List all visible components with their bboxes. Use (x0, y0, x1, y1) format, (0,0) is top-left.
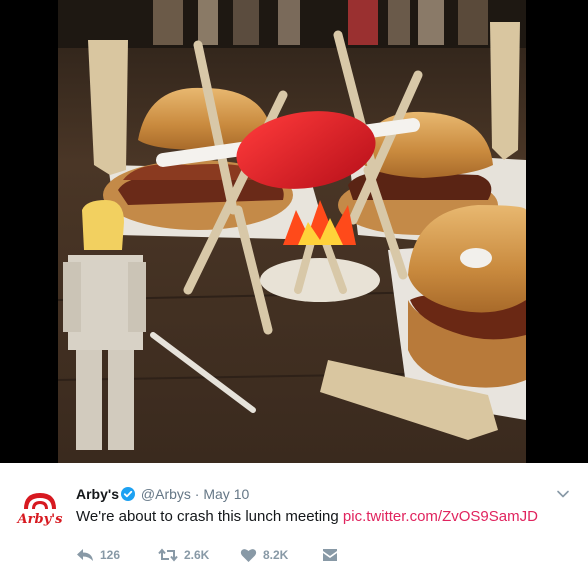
photo-illustration (58, 0, 526, 463)
tweet-text: We're about to crash this lunch meeting … (76, 507, 538, 527)
reply-count: 126 (100, 548, 121, 562)
handle[interactable]: @Arbys (141, 486, 191, 502)
tweet-body: We're about to crash this lunch meeting (76, 508, 339, 525)
heart-icon (240, 547, 257, 563)
verified-badge-icon (121, 487, 136, 505)
like-button[interactable]: 8.2K (240, 547, 322, 563)
avatar[interactable]: Arby's (16, 487, 64, 535)
display-name[interactable]: Arby's (76, 486, 119, 502)
direct-message-button[interactable] (322, 547, 342, 563)
reply-icon (76, 547, 94, 563)
tweet: Arby's Arby's @Arbys · May 10 We're abou… (0, 463, 588, 579)
tweet-date[interactable]: May 10 (203, 486, 249, 502)
direct-message-icon (322, 547, 338, 563)
separator: · (194, 486, 200, 502)
retweet-icon (158, 547, 178, 563)
chevron-down-icon[interactable] (556, 487, 570, 501)
retweet-button[interactable]: 2.6K (158, 547, 240, 563)
retweet-count: 2.6K (184, 548, 210, 562)
tweet-photo[interactable] (58, 0, 526, 463)
arbys-logo-icon: Arby's (16, 493, 63, 527)
tweet-media[interactable] (0, 0, 588, 463)
tweet-header: Arby's @Arbys · May 10 (76, 485, 249, 505)
svg-text:Arby's: Arby's (16, 512, 63, 527)
tweet-actions: 126 2.6K 8.2K (76, 545, 342, 565)
like-count: 8.2K (263, 548, 289, 562)
reply-button[interactable]: 126 (76, 547, 158, 563)
tweet-link[interactable]: pic.twitter.com/ZvOS9SamJD (343, 508, 538, 525)
